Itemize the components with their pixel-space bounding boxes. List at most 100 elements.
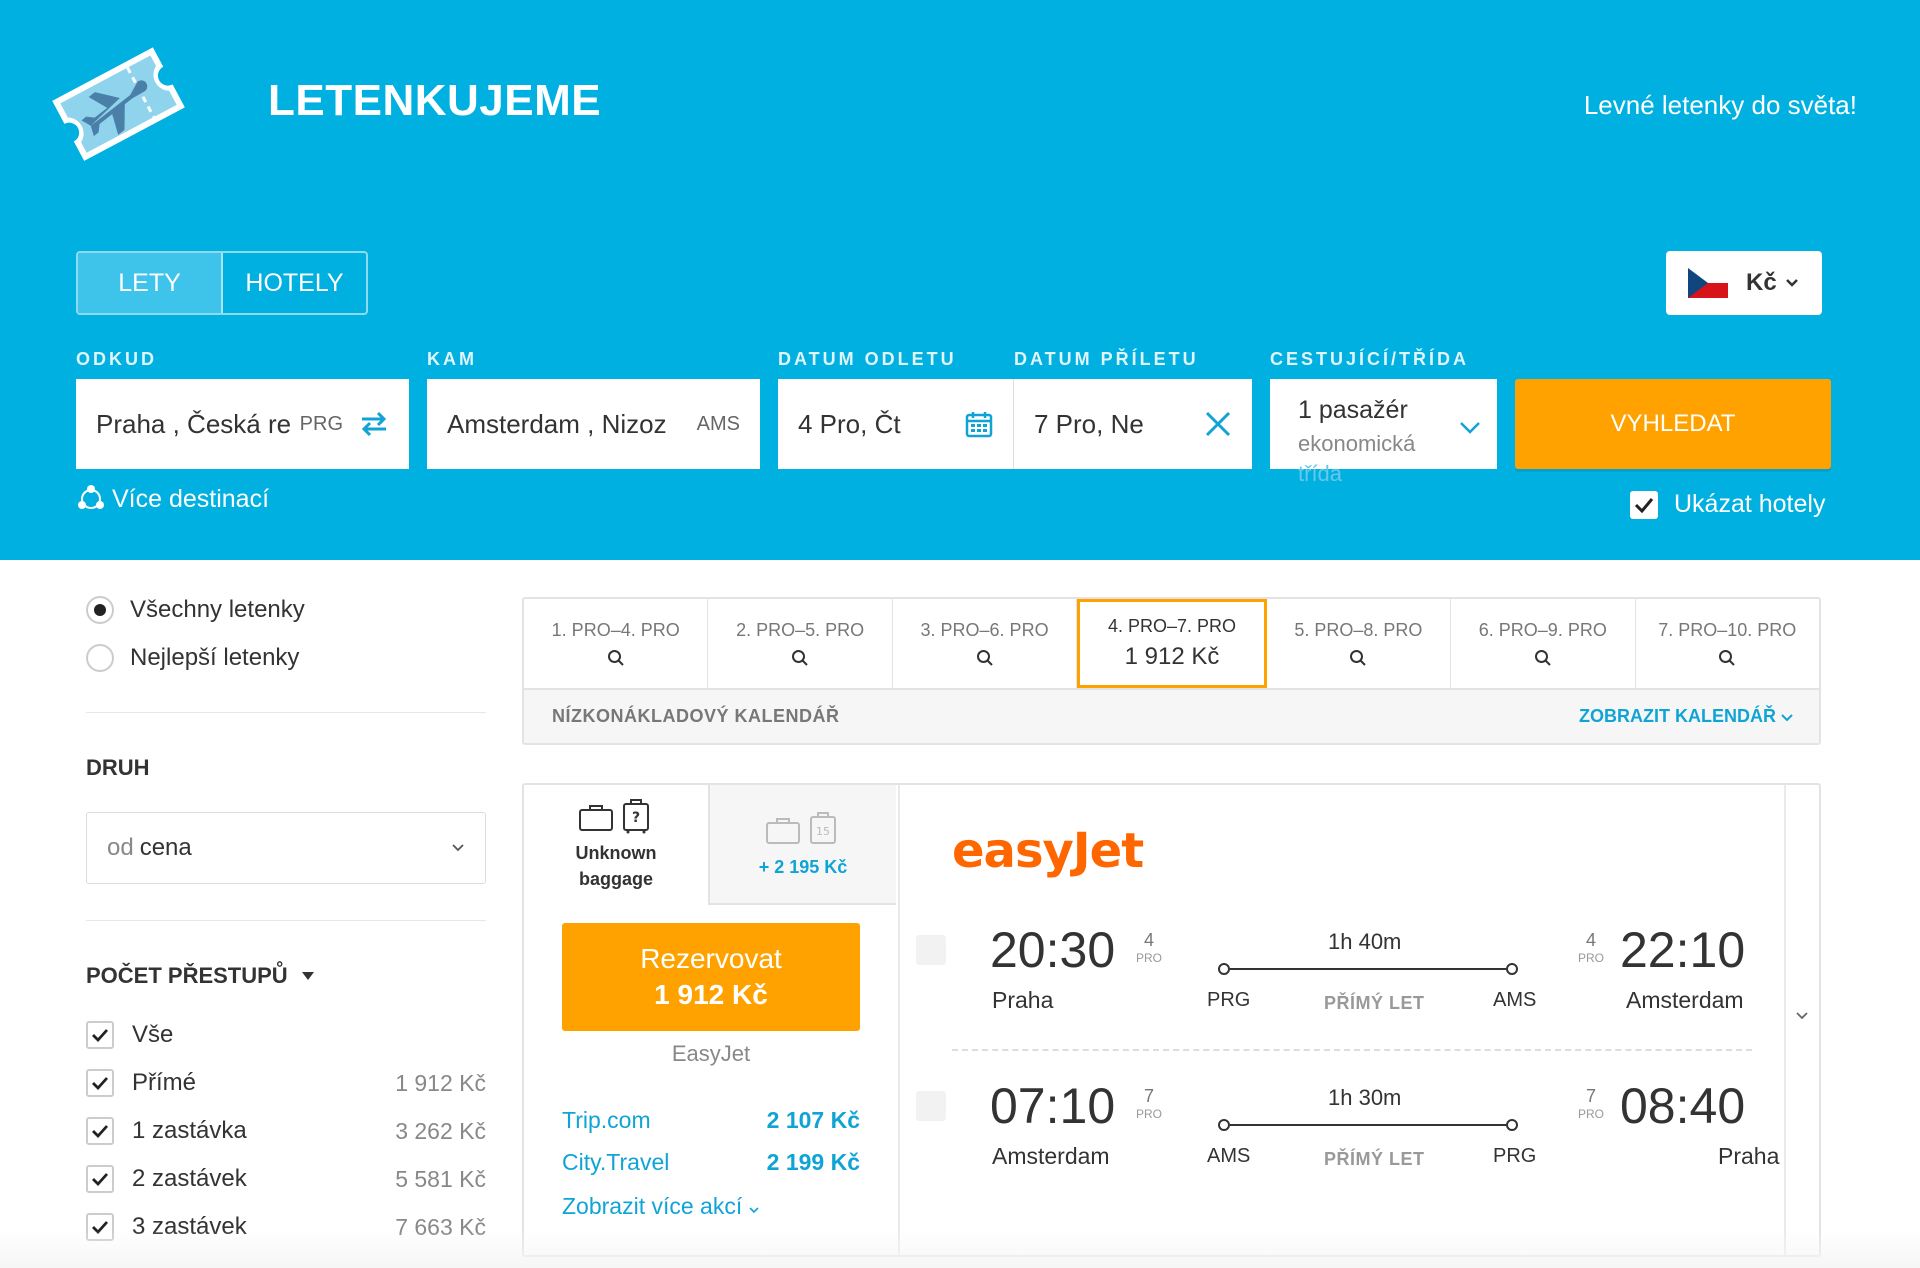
checkmark-icon (92, 1125, 109, 1138)
calendar-title: NÍZKONÁKLADOVÝ KALENDÁŘ (552, 706, 840, 726)
date-range: 6. PRO–9. PRO (1478, 620, 1607, 640)
stops-title: POČET PŘESTUPŮ (86, 963, 288, 988)
close-icon[interactable] (1204, 410, 1232, 438)
baggage-options: ? Unknown baggage 15 + 2 195 Kč (524, 785, 898, 905)
czech-flag-icon (1688, 268, 1728, 298)
filter-price: 3 262 Kč (395, 1117, 486, 1144)
brand-name[interactable]: LETENKUJEME (268, 76, 601, 126)
to-field[interactable]: Amsterdam , Nizoz AMS (427, 379, 760, 469)
arrival-time: 22:10 (1620, 922, 1746, 978)
divider (86, 920, 486, 921)
baggage-extra-price: + 2 195 Kč (758, 856, 848, 877)
radio-all-tickets[interactable]: Všechny letenky (86, 596, 305, 624)
passengers-field[interactable]: 1 pasažér ekonomická třída (1270, 379, 1497, 486)
departure-date: 7 PRO (1136, 1086, 1163, 1121)
departure-city: Amsterdam (992, 1143, 1110, 1169)
stops-filter-direct[interactable]: Přímé 1 912 Kč (86, 1066, 486, 1100)
checkbox[interactable] (86, 1021, 114, 1049)
checkbox[interactable] (86, 1117, 114, 1145)
from-input[interactable]: Praha , Česká re (96, 409, 300, 440)
passengers-count: 1 pasažér (1298, 396, 1408, 424)
segment-checkbox[interactable] (916, 935, 946, 965)
filter-label: Vše (132, 1021, 174, 1048)
filter-price: 1 912 Kč (395, 1069, 486, 1096)
return-field[interactable]: 7 Pro, Ne (1014, 379, 1252, 469)
checkbox[interactable] (86, 1165, 114, 1193)
airplane-ticket-icon[interactable] (44, 30, 194, 180)
filter-label: Přímé (132, 1069, 197, 1096)
offer-price: 2 107 Kč (766, 1107, 860, 1133)
svg-text:?: ? (632, 810, 640, 826)
radio-best-tickets[interactable]: Nejlepší letenky (86, 644, 299, 672)
radio-button[interactable] (86, 644, 114, 672)
search-icon (976, 650, 993, 666)
date-option[interactable]: 6. PRO–9. PRO (1451, 599, 1636, 688)
show-hotels-checkbox[interactable] (1630, 490, 1658, 519)
caret-down-icon (301, 972, 314, 980)
show-calendar-link[interactable]: ZOBRAZIT KALENDÁŘ (1579, 706, 1793, 727)
depart-field[interactable]: 4 Pro, Čt (778, 379, 1014, 469)
book-button[interactable]: Rezervovat 1 912 Kč (562, 923, 860, 1031)
departure-code: AMS (1207, 1145, 1251, 1167)
date-option[interactable]: 5. PRO–8. PRO (1267, 599, 1452, 688)
date-option[interactable]: 3. PRO–6. PRO (893, 599, 1078, 688)
flight-type: PŘÍMÝ LET (1324, 993, 1425, 1013)
arrival-city: Praha (1718, 1143, 1780, 1169)
stops-filter-1[interactable]: 1 zastávka 3 262 Kč (86, 1114, 486, 1148)
more-deals-link[interactable]: Zobrazit více akcí (562, 1193, 759, 1220)
chevron-down-icon (749, 1207, 759, 1214)
stops-filter-2[interactable]: 2 zastávek 5 581 Kč (86, 1162, 486, 1196)
date-range: 1. PRO–4. PRO (551, 620, 680, 640)
date-option[interactable]: 2. PRO–5. PRO (708, 599, 893, 688)
search-icon (1350, 650, 1367, 666)
stops-filter-header[interactable]: POČET PŘESTUPŮ (86, 963, 314, 989)
to-input[interactable]: Amsterdam , Nizoz (447, 409, 697, 440)
search-icon (1534, 650, 1551, 666)
more-destinations-link[interactable]: Více destinací (76, 484, 269, 514)
arrival-code: PRG (1493, 1145, 1537, 1167)
checkbox[interactable] (86, 1213, 114, 1241)
search-button[interactable]: VYHLEDAT (1515, 379, 1831, 469)
chevron-down-icon (1781, 714, 1793, 722)
search-type-tabs: LETY HOTELY (76, 251, 368, 315)
offer-row[interactable]: Trip.com 2 107 Kč (562, 1107, 860, 1134)
expand-details-button[interactable] (1796, 1007, 1808, 1025)
date-price: 1 912 Kč (1124, 643, 1220, 670)
date-option[interactable]: 7. PRO–10. PRO (1636, 599, 1819, 688)
offer-row[interactable]: City.Travel 2 199 Kč (562, 1149, 860, 1176)
date-option[interactable]: 1. PRO–4. PRO (524, 599, 709, 688)
tab-flights[interactable]: LETY (78, 253, 223, 313)
calendar-icon[interactable] (965, 410, 993, 438)
departure-date: 4 PRO (1136, 930, 1163, 965)
more-destinations-label: Více destinací (112, 484, 270, 513)
radio-button[interactable] (86, 596, 114, 624)
currency-selector[interactable]: Kč (1666, 251, 1822, 315)
stops-filter-all[interactable]: Vše (86, 1018, 486, 1052)
date-option-selected[interactable]: 4. PRO–7. PRO 1 912 Kč (1077, 599, 1267, 688)
segment-checkbox[interactable] (916, 1091, 946, 1121)
baggage-option-unknown[interactable]: ? Unknown baggage (524, 785, 710, 905)
checkbox[interactable] (86, 1069, 114, 1097)
offer-name[interactable]: City.Travel (562, 1149, 669, 1176)
depart-label: DATUM ODLETU (778, 349, 957, 369)
baggage-option-extra[interactable]: 15 + 2 195 Kč (710, 785, 896, 905)
stops-filter-3[interactable]: 3 zastávek 7 663 Kč (86, 1210, 486, 1244)
radio-label: Všechny letenky (130, 596, 305, 623)
flight-result-card: ? Unknown baggage 15 + 2 195 Kč Rezervov… (522, 783, 1821, 1257)
route-start-node (1218, 1119, 1230, 1131)
filter-label: 1 zastávka (132, 1117, 247, 1144)
swap-icon[interactable] (359, 410, 389, 438)
sort-select[interactable]: od cena (86, 812, 486, 884)
show-hotels-toggle[interactable]: Ukázat hotely (1630, 490, 1825, 519)
tab-hotels[interactable]: HOTELY (223, 253, 366, 313)
route-start-node (1218, 963, 1230, 975)
travel-class-overflow: třída (1298, 461, 1343, 486)
date-range: 7. PRO–10. PRO (1658, 620, 1797, 640)
from-field[interactable]: Praha , Česká re PRG (76, 379, 409, 469)
checkmark-icon (1634, 497, 1654, 513)
offer-name[interactable]: Trip.com (562, 1107, 651, 1134)
offer-price: 2 199 Kč (766, 1149, 860, 1175)
arrival-code: AMS (1493, 989, 1537, 1011)
book-price: 1 912 Kč (654, 979, 768, 1010)
tagline: Levné letenky do světa! (1583, 90, 1857, 120)
